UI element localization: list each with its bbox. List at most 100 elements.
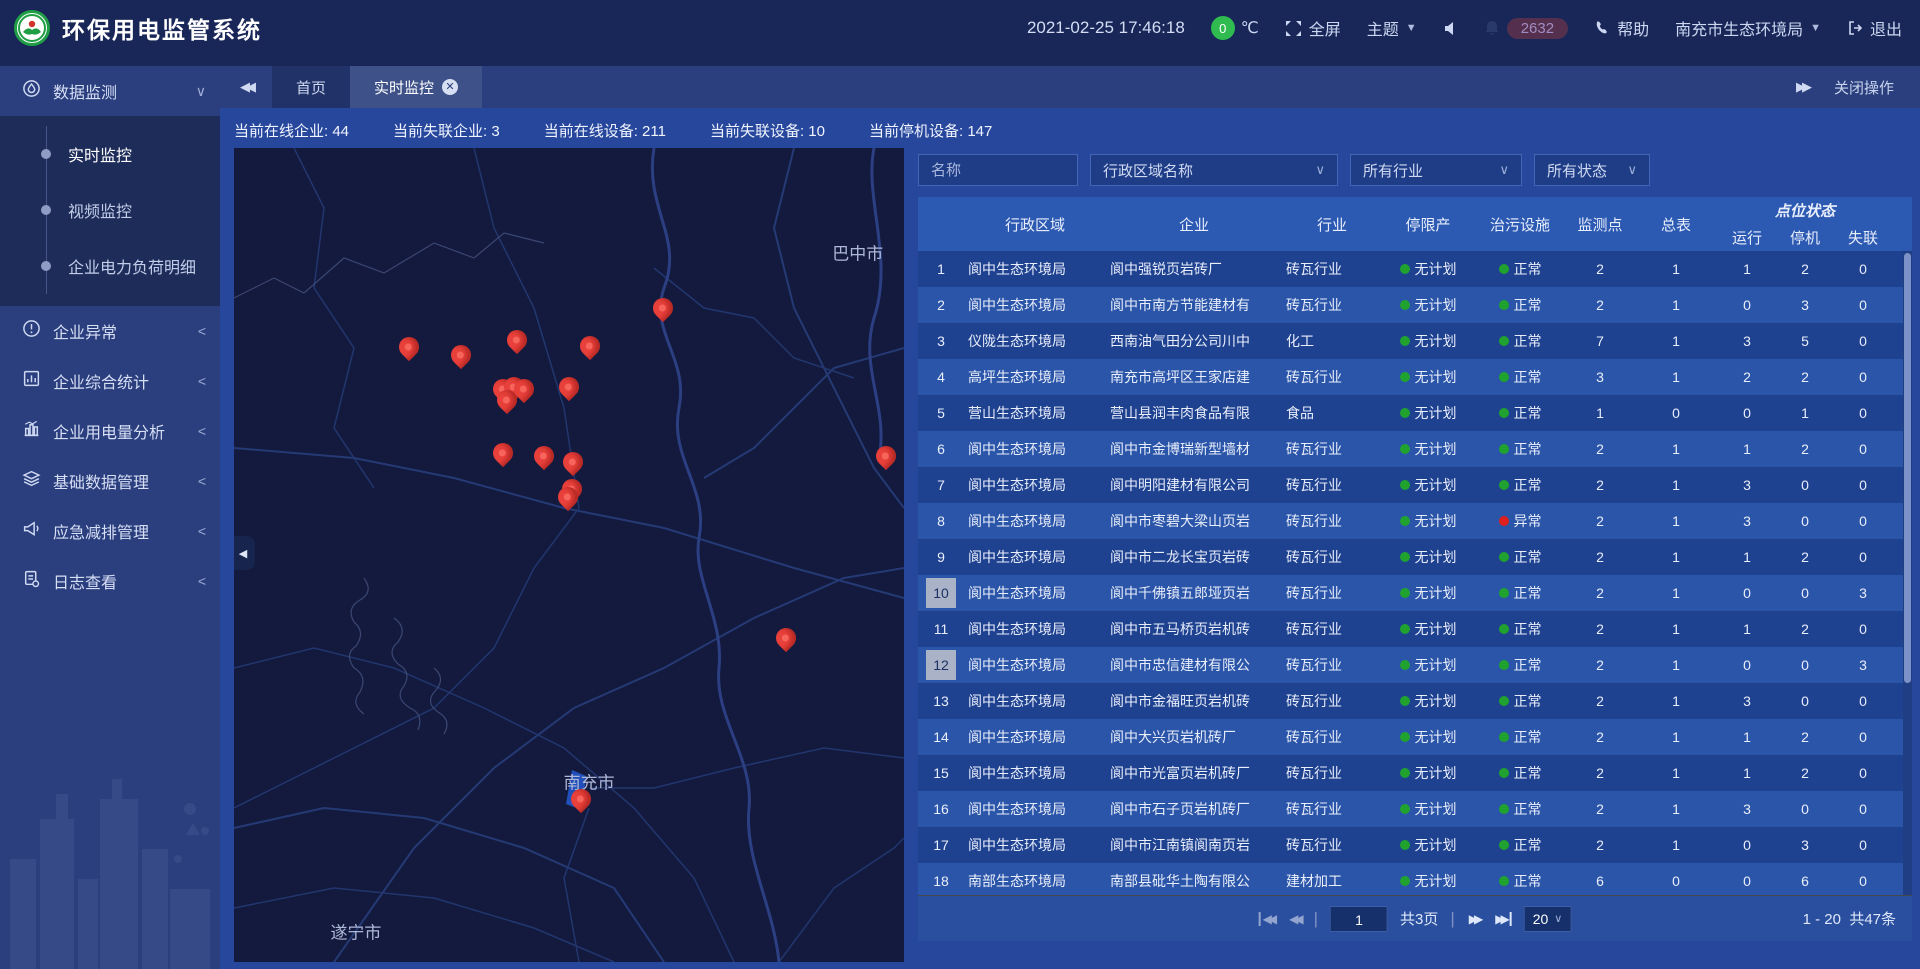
sidebar-item-5[interactable]: 应急减排管理< <box>0 506 220 556</box>
tabs-scroll-right-button[interactable]: ▶▶ <box>1796 79 1808 95</box>
sidebar: 数据监测∨ 实时监控视频监控企业电力负荷明细企业异常<企业综合统计<企业用电量分析… <box>0 66 220 969</box>
cell-industry: 砖瓦行业 <box>1282 511 1382 531</box>
chevron-down-icon: ∨ <box>1499 162 1509 178</box>
cell-points: 2 <box>1566 441 1634 457</box>
sidebar-item-2[interactable]: 企业综合统计< <box>0 356 220 406</box>
col-header-lost: 失联 <box>1834 223 1892 251</box>
sidebar-item-1[interactable]: 企业异常< <box>0 306 220 356</box>
cell-industry: 砖瓦行业 <box>1282 619 1382 639</box>
energy-icon <box>22 419 41 443</box>
sidebar-subitem-1[interactable]: 视频监控 <box>0 182 220 238</box>
table-row-4[interactable]: 4高坪生态环境局南充市高坪区王家店建砖瓦行业无计划正常31220 <box>918 359 1912 395</box>
name-filter-input[interactable] <box>931 162 1065 179</box>
close-operations-button[interactable]: 关闭操作 <box>1834 77 1894 98</box>
table-row-1[interactable]: 1阆中生态环境局阆中强锐页岩砖厂砖瓦行业无计划正常21120 <box>918 251 1912 287</box>
table-row-2[interactable]: 2阆中生态环境局阆中市南方节能建材有砖瓦行业无计划正常21030 <box>918 287 1912 323</box>
industry-filter-select[interactable]: 所有行业∨ <box>1350 154 1522 186</box>
cell-run: 2 <box>1718 369 1776 385</box>
layers-icon <box>22 469 41 493</box>
cell-facility: 正常 <box>1474 763 1566 783</box>
tab-0[interactable]: 首页 <box>272 66 350 108</box>
status-dot-green <box>1499 300 1509 310</box>
page-size-select[interactable]: 20∨ <box>1524 906 1572 932</box>
table-row-18[interactable]: 18南部生态环境局南部县砒华土陶有限公建材加工无计划正常60060 <box>918 863 1912 895</box>
stats-bar: 当前在线企业: 44当前失联企业: 3当前在线设备: 211当前失联设备: 10… <box>234 116 992 144</box>
cell-no: 17 <box>918 830 964 860</box>
sidebar-collapse-toggle[interactable]: ◀ <box>234 536 255 570</box>
cell-region: 阆中生态环境局 <box>964 763 1106 783</box>
chevron-collapsed-icon: < <box>198 323 206 339</box>
submenu-bullet-icon <box>41 261 51 271</box>
cell-no: 2 <box>918 290 964 320</box>
chevron-collapsed-icon: < <box>198 423 206 439</box>
cell-run: 0 <box>1718 657 1776 673</box>
status-dot-green <box>1400 408 1410 418</box>
help-button[interactable]: 帮助 <box>1594 16 1649 40</box>
cell-facility: 正常 <box>1474 403 1566 423</box>
cell-master: 1 <box>1634 729 1718 745</box>
map-city-label: 巴中市 <box>832 240 883 265</box>
cell-industry: 食品 <box>1282 403 1382 423</box>
table-row-3[interactable]: 3仪陇生态环境局西南油气田分公司川中化工无计划正常71350 <box>918 323 1912 359</box>
status-dot-green <box>1400 300 1410 310</box>
table-scrollbar[interactable] <box>1903 251 1912 895</box>
last-page-button[interactable]: ▶▶ <box>1493 912 1511 926</box>
col-header-facility: 治污设施 <box>1474 197 1566 251</box>
table-row-8[interactable]: 8阆中生态环境局阆中市枣碧大梁山页岩砖瓦行业无计划异常21300 <box>918 503 1912 539</box>
total-pages-label: 共3页 <box>1400 908 1438 929</box>
scrollbar-thumb[interactable] <box>1904 253 1911 683</box>
sound-toggle[interactable] <box>1443 21 1458 36</box>
cell-down: 2 <box>1776 369 1834 385</box>
table-row-10[interactable]: 10阆中生态环境局阆中千佛镇五郎垭页岩砖瓦行业无计划正常21003 <box>918 575 1912 611</box>
sidebar-item-0[interactable]: 数据监测∨ <box>0 66 220 116</box>
cell-stop: 无计划 <box>1382 835 1474 855</box>
status-filter-select[interactable]: 所有状态∨ <box>1534 154 1650 186</box>
table-row-13[interactable]: 13阆中生态环境局阆中市金福旺页岩机砖砖瓦行业无计划正常21300 <box>918 683 1912 719</box>
sidebar-subitem-0[interactable]: 实时监控 <box>0 126 220 182</box>
cell-lost: 0 <box>1834 729 1892 745</box>
tabs-scroll-left-button[interactable]: ◀◀ <box>220 66 272 108</box>
org-dropdown[interactable]: 南充市生态环境局▼ <box>1675 16 1821 40</box>
next-page-button[interactable]: ▶▶ <box>1467 912 1481 926</box>
cell-down: 2 <box>1776 549 1834 565</box>
status-dot-green <box>1400 732 1410 742</box>
table-row-16[interactable]: 16阆中生态环境局阆中市石子页岩机砖厂砖瓦行业无计划正常21300 <box>918 791 1912 827</box>
cell-down: 2 <box>1776 261 1834 277</box>
prev-page-button[interactable]: ◀◀ <box>1287 912 1301 926</box>
table-row-6[interactable]: 6阆中生态环境局阆中市金博瑞新型墙材砖瓦行业无计划正常21120 <box>918 431 1912 467</box>
fullscreen-button[interactable]: 全屏 <box>1285 16 1341 40</box>
first-page-button[interactable]: ◀◀ <box>1259 912 1275 926</box>
sidebar-item-3[interactable]: 企业用电量分析< <box>0 406 220 456</box>
table-row-7[interactable]: 7阆中生态环境局阆中明阳建材有限公司砖瓦行业无计划正常21300 <box>918 467 1912 503</box>
table-row-15[interactable]: 15阆中生态环境局阆中市光富页岩机砖厂砖瓦行业无计划正常21120 <box>918 755 1912 791</box>
logout-button[interactable]: 退出 <box>1847 16 1902 40</box>
pagination-bar: ◀◀ ◀◀ | 1 共3页 | ▶▶ ▶▶ 20∨ <box>918 895 1912 941</box>
region-filter-select[interactable]: 行政区域名称∨ <box>1090 154 1338 186</box>
cell-no: 3 <box>918 326 964 356</box>
table-row-12[interactable]: 12阆中生态环境局阆中市忠信建材有限公砖瓦行业无计划正常21003 <box>918 647 1912 683</box>
table-row-14[interactable]: 14阆中生态环境局阆中大兴页岩机砖厂砖瓦行业无计划正常21120 <box>918 719 1912 755</box>
name-filter-field[interactable] <box>918 154 1078 186</box>
sidebar-item-4[interactable]: 基础数据管理< <box>0 456 220 506</box>
status-dot-green <box>1499 444 1509 454</box>
tab-close-icon[interactable]: ✕ <box>442 79 458 95</box>
sidebar-subitem-2[interactable]: 企业电力负荷明细 <box>0 238 220 294</box>
sidebar-item-6[interactable]: 日志查看< <box>0 556 220 606</box>
table-row-5[interactable]: 5营山生态环境局营山县润丰肉食品有限食品无计划正常10010 <box>918 395 1912 431</box>
theme-dropdown[interactable]: 主题▼ <box>1367 16 1417 40</box>
page-number-input[interactable]: 1 <box>1330 906 1388 932</box>
map-panel[interactable]: 巴中市南充市遂宁市 ◀ <box>234 148 904 962</box>
bell-icon <box>1484 20 1500 36</box>
notifications[interactable]: 2632 <box>1484 18 1568 39</box>
cell-industry: 砖瓦行业 <box>1282 367 1382 387</box>
cell-industry: 砖瓦行业 <box>1282 799 1382 819</box>
status-dot-green <box>1499 804 1509 814</box>
col-header-down: 停机 <box>1776 223 1834 251</box>
cell-lost: 0 <box>1834 477 1892 493</box>
table-row-17[interactable]: 17阆中生态环境局阆中市江南镇阆南页岩砖瓦行业无计划正常21030 <box>918 827 1912 863</box>
table-row-11[interactable]: 11阆中生态环境局阆中市五马桥页岩机砖砖瓦行业无计划正常21120 <box>918 611 1912 647</box>
tab-1[interactable]: 实时监控✕ <box>350 66 482 108</box>
cell-no: 14 <box>918 722 964 752</box>
cell-industry: 砖瓦行业 <box>1282 547 1382 567</box>
table-row-9[interactable]: 9阆中生态环境局阆中市二龙长宝页岩砖砖瓦行业无计划正常21120 <box>918 539 1912 575</box>
